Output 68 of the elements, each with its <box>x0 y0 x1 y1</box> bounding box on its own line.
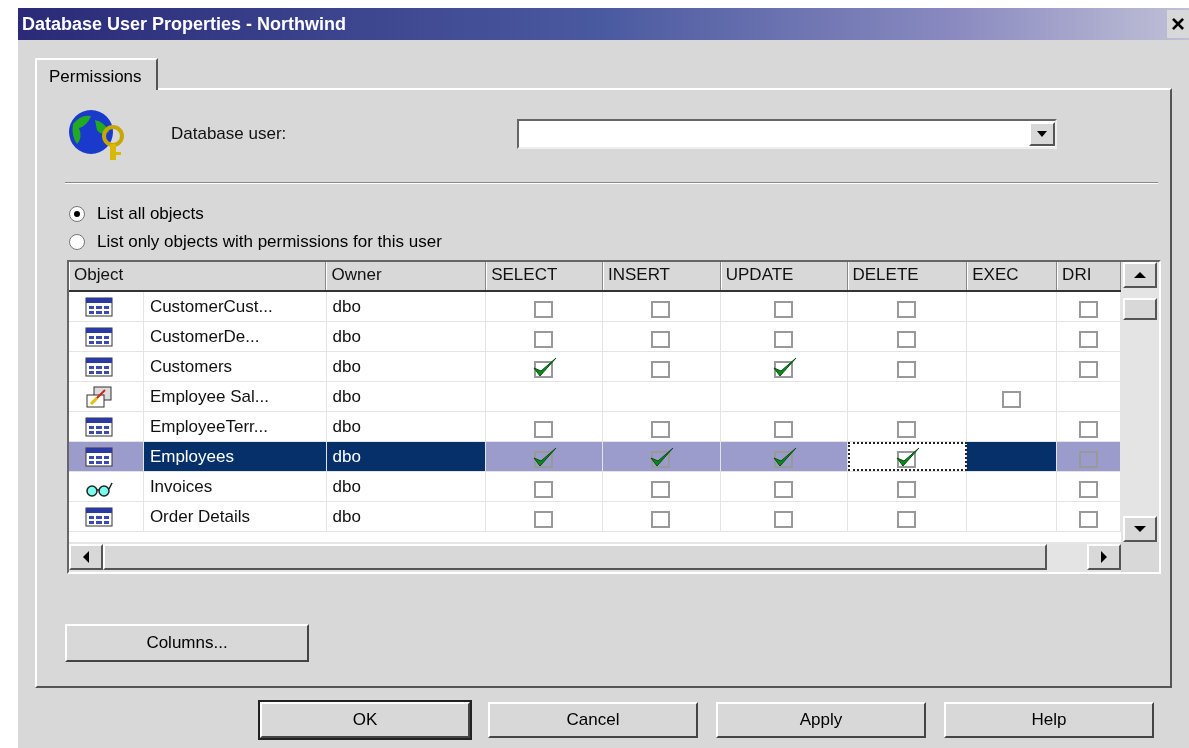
table-row[interactable]: CustomerDe... dbo <box>69 322 1121 352</box>
table-icon <box>85 505 113 528</box>
right-arrow-icon <box>1101 551 1107 563</box>
scroll-down-button[interactable] <box>1123 516 1157 542</box>
owner-cell: dbo <box>326 472 487 501</box>
owner-cell: dbo <box>326 412 487 441</box>
scroll-pencil-icon <box>85 385 113 408</box>
column-header[interactable]: INSERT <box>602 262 721 290</box>
object-name-cell: Employees <box>143 442 327 471</box>
table-icon <box>85 295 113 318</box>
scroll-up-button[interactable] <box>1123 262 1157 288</box>
owner-cell: dbo <box>326 352 487 381</box>
dialog-button[interactable]: Cancel <box>488 702 698 738</box>
object-name-cell: Employee Sal... <box>143 382 327 411</box>
horizontal-scrollbar[interactable] <box>69 542 1121 572</box>
dialog-button[interactable]: Help <box>944 702 1154 738</box>
vertical-scrollbar[interactable] <box>1121 262 1159 542</box>
radio-option[interactable]: List all objects <box>65 200 1158 228</box>
owner-cell: dbo <box>326 322 487 351</box>
object-name-cell: CustomerDe... <box>143 322 327 351</box>
object-name-cell: Order Details <box>143 502 327 531</box>
scrollbar-corner <box>1121 542 1159 572</box>
table-icon <box>85 415 113 438</box>
scroll-thumb[interactable] <box>103 544 1047 570</box>
table-icon <box>85 325 113 348</box>
column-header[interactable]: SELECT <box>486 262 603 290</box>
owner-cell: dbo <box>326 502 487 531</box>
dialog-button[interactable]: OK <box>260 702 470 738</box>
object-name-cell: Invoices <box>143 472 327 501</box>
table-row[interactable]: Employee Sal... dbo <box>69 382 1121 412</box>
caret-icon <box>1037 131 1047 137</box>
owner-cell: dbo <box>326 382 487 411</box>
owner-cell: dbo <box>326 442 487 471</box>
user-dropdown[interactable] <box>517 119 1057 149</box>
up-arrow-icon <box>1134 272 1146 278</box>
radio-option[interactable]: List only objects with permissions for this user <box>65 228 1158 256</box>
tab[interactable]: Permissions <box>35 58 158 90</box>
column-header[interactable]: DRI <box>1057 262 1121 290</box>
field-label: Database user: <box>171 124 288 144</box>
owner-cell: dbo <box>326 292 487 321</box>
table-row[interactable]: Order Details dbo <box>69 502 1121 532</box>
column-header[interactable]: EXEC <box>967 262 1058 290</box>
column-header[interactable]: DELETE <box>847 262 968 290</box>
left-arrow-icon <box>83 551 89 563</box>
columns-button[interactable]: Columns... <box>65 624 309 662</box>
scroll-right-button[interactable] <box>1087 544 1121 570</box>
dialog-button[interactable]: Apply <box>716 702 926 738</box>
radio-button[interactable] <box>69 206 85 222</box>
column-header[interactable]: UPDATE <box>720 262 848 290</box>
dropdown-arrow-button[interactable] <box>1029 122 1055 146</box>
table-row[interactable]: Customers dbo <box>69 352 1121 382</box>
table-row[interactable]: CustomerCust... dbo <box>69 292 1121 322</box>
table-row[interactable]: Invoices dbo <box>69 472 1121 502</box>
column-header[interactable]: Object <box>69 262 327 290</box>
table-icon <box>85 355 113 378</box>
scroll-thumb[interactable] <box>1123 298 1157 320</box>
object-name-cell: EmployeeTerr... <box>143 412 327 441</box>
scroll-left-button[interactable] <box>69 544 103 570</box>
table-cell[interactable] <box>847 442 968 471</box>
down-arrow-icon <box>1134 526 1146 532</box>
table-icon <box>85 445 113 468</box>
radio-button[interactable] <box>69 234 85 250</box>
table-row[interactable]: Employees dbo <box>69 442 1121 472</box>
object-name-cell: CustomerCust... <box>143 292 327 321</box>
column-header[interactable]: Owner <box>326 262 487 290</box>
close-button[interactable]: × <box>1167 10 1189 38</box>
object-name-cell: Customers <box>143 352 327 381</box>
window-title: Database User Properties - Northwind <box>21 13 347 35</box>
